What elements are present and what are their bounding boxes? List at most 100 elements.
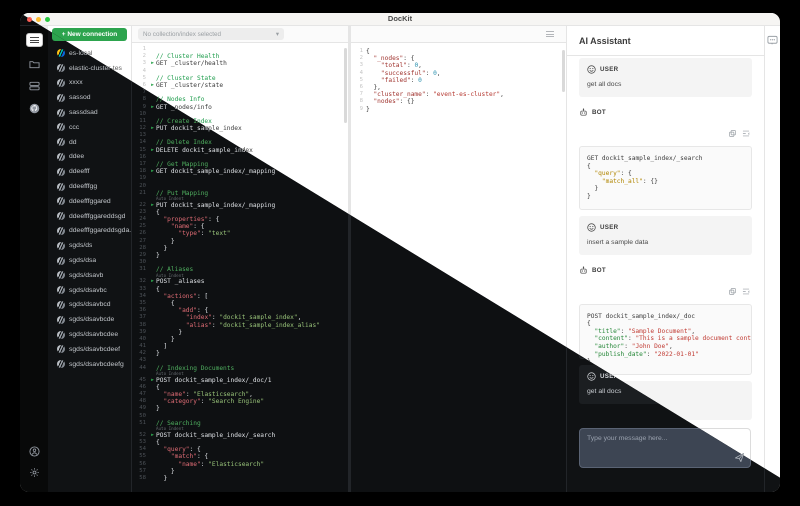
play-spacer <box>149 230 156 237</box>
bot-message: BOT POST dockit_sample_index/_doc{ "title… <box>579 259 752 381</box>
connection-name: sgds/dsavb <box>69 271 104 279</box>
run-query-button[interactable]: ▶ <box>149 60 156 67</box>
copy-icon[interactable] <box>729 130 736 137</box>
editor-scrollbar[interactable] <box>344 48 347 123</box>
connection-item[interactable]: ddeefffggareddsgda... <box>48 224 131 239</box>
line-number: 20 <box>139 182 146 189</box>
code-line: 43 <box>132 357 348 364</box>
insert-to-editor-icon[interactable] <box>742 288 750 295</box>
run-query-button[interactable]: ▶ <box>149 125 156 132</box>
elasticsearch-logo-icon <box>57 315 65 324</box>
code-text: "type": "text" <box>178 230 231 238</box>
connection-name: ddeefffggareddsgda... <box>69 227 131 235</box>
elasticsearch-logo-icon <box>57 49 65 58</box>
code-text: DELETE dockit_sample_index <box>156 146 253 154</box>
code-line: 9} <box>351 106 566 113</box>
connection-item[interactable]: sgds/dsavbcdee <box>48 327 131 342</box>
results-menu-icon[interactable] <box>546 31 554 37</box>
minimize-window-button[interactable] <box>36 16 41 22</box>
user-avatar-icon <box>587 65 596 74</box>
connection-item[interactable]: sgds/ds <box>48 238 131 253</box>
code-text: "name": "Elasticsearch", <box>163 391 253 399</box>
play-spacer <box>149 350 156 357</box>
code-text: // Get Mapping <box>156 161 209 168</box>
connection-name: sassdsad <box>69 109 98 117</box>
ai-toggle-icon[interactable] <box>767 33 778 492</box>
play-spacer <box>149 223 156 230</box>
play-spacer <box>149 413 156 420</box>
copy-icon[interactable] <box>729 287 736 295</box>
connection-item[interactable]: sassdsad <box>48 105 131 120</box>
code-text: "index": "dockit_sample_index", <box>185 314 302 322</box>
connection-item[interactable]: ddee <box>48 150 131 165</box>
folders-icon[interactable] <box>28 59 40 69</box>
maximize-window-button[interactable] <box>45 16 50 22</box>
code-line: 3▶GET _cluster/health <box>132 60 348 67</box>
code-line: 6 }, <box>351 84 566 91</box>
play-spacer <box>149 209 156 216</box>
play-spacer <box>149 439 156 446</box>
play-spacer <box>149 398 156 405</box>
connection-item[interactable]: ccc <box>48 120 131 135</box>
connection-item[interactable]: sgds/dsavbcd <box>48 298 131 313</box>
connection-item[interactable]: sassod <box>48 90 131 105</box>
code-line: 47 "name": "Elasticsearch", <box>132 391 348 398</box>
line-number: 25 <box>139 223 146 230</box>
code-text: }, <box>366 83 381 91</box>
line-number: 6 <box>359 83 363 90</box>
code-text: "name": { <box>170 223 205 231</box>
connection-item[interactable]: sgds/dsavbcdeefg <box>48 357 131 372</box>
message-role: USER <box>600 66 619 73</box>
github-icon[interactable] <box>29 103 40 114</box>
run-query-button[interactable]: ▶ <box>149 432 156 439</box>
connection-item[interactable]: dd <box>48 135 131 150</box>
line-number: 30 <box>139 259 146 266</box>
connection-item[interactable]: xxxx <box>48 76 131 91</box>
play-spacer <box>149 300 156 307</box>
connection-item[interactable]: ddeefffggareddsgd <box>48 209 131 224</box>
connection-name: sgds/dsavbc <box>69 286 107 294</box>
code-text: PUT dockit_sample_index/_mapping <box>156 201 276 209</box>
connection-item[interactable]: sgds/dsavb <box>48 268 131 283</box>
backups-icon[interactable] <box>28 81 40 91</box>
collections-icon[interactable] <box>25 33 43 47</box>
line-number: 7 <box>359 91 363 98</box>
run-query-button[interactable]: ▶ <box>149 202 156 209</box>
code-line: 4 "successful": 0, <box>351 70 566 77</box>
connection-item[interactable]: ddeefff <box>48 164 131 179</box>
line-number: 24 <box>139 216 146 223</box>
play-spacer <box>149 329 156 336</box>
line-number: 9 <box>142 103 146 110</box>
connection-name: sassod <box>69 94 91 102</box>
line-number: 42 <box>139 350 146 357</box>
play-spacer <box>149 384 156 391</box>
line-number: 4 <box>142 67 146 74</box>
connection-item[interactable]: ddeefffggared <box>48 194 131 209</box>
run-query-button[interactable]: ▶ <box>149 377 156 384</box>
connection-item[interactable]: sgds/dsavbc <box>48 283 131 298</box>
run-query-button[interactable]: ▶ <box>149 82 156 89</box>
run-query-button[interactable]: ▶ <box>149 168 156 175</box>
elasticsearch-logo-icon <box>57 360 65 369</box>
collection-select[interactable]: No collection/index selected ▾ <box>138 28 284 40</box>
line-number: 56 <box>139 460 146 467</box>
connection-item[interactable]: ddeefffgg <box>48 179 131 194</box>
connection-name: sgds/dsa <box>69 257 97 265</box>
elasticsearch-logo-icon <box>57 256 65 265</box>
insert-to-editor-icon[interactable] <box>742 130 750 137</box>
settings-icon[interactable] <box>29 467 40 478</box>
play-spacer <box>149 365 156 372</box>
connection-item[interactable]: sgds/dsavbcde <box>48 312 131 327</box>
code-line: 5 "failed": 0 <box>351 77 566 84</box>
line-number: 9 <box>359 105 363 112</box>
results-scrollbar[interactable] <box>562 50 565 92</box>
line-number: 3 <box>359 62 363 69</box>
run-query-button[interactable]: ▶ <box>149 278 156 285</box>
new-connection-button[interactable]: + New connection <box>52 28 127 41</box>
connection-item[interactable]: sgds/dsavbcdeef <box>48 342 131 357</box>
connection-item[interactable]: sgds/dsa <box>48 253 131 268</box>
run-query-button[interactable]: ▶ <box>149 104 156 111</box>
run-query-button[interactable]: ▶ <box>149 147 156 154</box>
account-icon[interactable] <box>28 446 40 457</box>
connection-name: sgds/dsavbcdee <box>69 331 119 339</box>
